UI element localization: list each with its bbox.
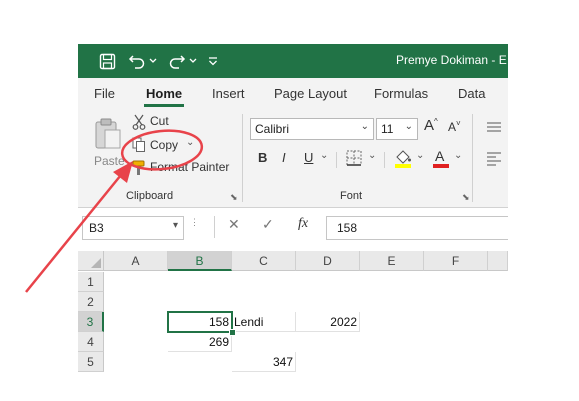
column-header-a[interactable]: A bbox=[104, 251, 168, 271]
font-color-dropdown-icon[interactable]: ⌄ bbox=[454, 150, 462, 161]
select-all-button[interactable] bbox=[78, 251, 104, 271]
cell-c5[interactable]: 347 bbox=[232, 352, 296, 372]
fill-color-dropdown-icon[interactable]: ⌄ bbox=[416, 150, 424, 161]
formula-input[interactable]: 158 bbox=[326, 216, 508, 240]
row-header-5[interactable]: 5 bbox=[78, 352, 104, 372]
column-header-e[interactable]: E bbox=[360, 251, 424, 271]
cell-d3[interactable]: 2022 bbox=[296, 312, 360, 332]
fill-color-icon[interactable] bbox=[394, 148, 412, 168]
group-separator bbox=[472, 114, 473, 202]
redo-icon[interactable] bbox=[166, 44, 188, 78]
copy-label: Copy bbox=[150, 138, 179, 152]
clipboard-launcher-icon[interactable]: ⬊ bbox=[230, 192, 238, 203]
cell-c3[interactable]: Lendi bbox=[232, 312, 296, 332]
group-separator bbox=[384, 152, 385, 168]
column-header-c[interactable]: C bbox=[232, 251, 296, 271]
tab-page-layout[interactable]: Page Layout bbox=[274, 86, 347, 101]
tab-data[interactable]: Data bbox=[458, 86, 485, 101]
format-painter-label: Format Painter bbox=[150, 160, 230, 174]
select-all-icon bbox=[91, 258, 101, 268]
name-box[interactable]: B3 ▾ bbox=[82, 216, 184, 240]
font-size-value: 11 bbox=[381, 122, 394, 136]
document-title: Premye Dokiman - E bbox=[396, 53, 507, 67]
cell-b4[interactable]: 269 bbox=[168, 332, 232, 352]
column-header-d[interactable]: D bbox=[296, 251, 360, 271]
cut-label: Cut bbox=[150, 114, 169, 128]
paste-button[interactable]: Paste bbox=[90, 116, 126, 172]
excel-window: Premye Dokiman - E File Home Insert Page… bbox=[78, 44, 508, 377]
font-color-swatch bbox=[433, 164, 449, 168]
underline-dropdown-icon[interactable]: ⌄ bbox=[320, 150, 328, 161]
underline-button[interactable]: U bbox=[304, 150, 313, 165]
tab-home[interactable]: Home bbox=[146, 86, 182, 101]
top-align-icon[interactable] bbox=[486, 122, 502, 134]
worksheet-grid[interactable]: A B C D E F 1 2 3 4 5 158 Lendi 2022 269… bbox=[78, 251, 508, 377]
copy-button[interactable]: Copy bbox=[132, 136, 182, 154]
column-header-g[interactable] bbox=[488, 251, 508, 271]
name-box-value: B3 bbox=[89, 221, 104, 235]
clipboard-group-label: Clipboard bbox=[126, 190, 174, 202]
format-painter-button[interactable]: Format Painter bbox=[132, 160, 242, 176]
chevron-down-icon: ⌄ bbox=[404, 121, 413, 132]
tab-insert[interactable]: Insert bbox=[212, 86, 245, 101]
enter-icon[interactable]: ✓ bbox=[262, 216, 274, 233]
undo-dropdown-icon[interactable] bbox=[148, 44, 158, 78]
column-header-f[interactable]: F bbox=[424, 251, 488, 271]
row-header-4[interactable]: 4 bbox=[78, 332, 104, 352]
tab-file[interactable]: File bbox=[94, 86, 115, 101]
vertical-dots-icon[interactable]: ⋮ bbox=[190, 217, 199, 228]
font-name-dropdown[interactable]: Calibri ⌄ bbox=[250, 118, 374, 140]
insert-function-icon[interactable]: fx bbox=[298, 216, 308, 232]
ribbon-tabs: File Home Insert Page Layout Formulas Da… bbox=[78, 78, 508, 108]
active-tab-indicator bbox=[144, 104, 184, 107]
cut-button[interactable]: Cut bbox=[132, 114, 192, 130]
align-left-icon[interactable] bbox=[486, 152, 502, 166]
chevron-down-icon: ⌄ bbox=[360, 121, 369, 132]
paste-icon bbox=[95, 118, 121, 149]
group-separator bbox=[336, 152, 337, 168]
formula-bar-separator bbox=[214, 216, 215, 238]
formula-value: 158 bbox=[337, 221, 358, 235]
italic-button[interactable]: I bbox=[282, 150, 286, 165]
copy-dropdown-icon[interactable]: ⌄ bbox=[186, 137, 194, 148]
scissors-icon bbox=[132, 114, 146, 130]
tab-formulas[interactable]: Formulas bbox=[374, 86, 428, 101]
group-separator bbox=[242, 114, 243, 202]
paste-label: Paste bbox=[94, 154, 125, 168]
chevron-down-icon: ▾ bbox=[172, 220, 178, 231]
fill-handle[interactable] bbox=[229, 329, 236, 336]
title-bar: Premye Dokiman - E bbox=[78, 44, 508, 78]
undo-icon[interactable] bbox=[126, 44, 148, 78]
cancel-icon[interactable]: ✕ bbox=[228, 216, 240, 233]
font-size-dropdown[interactable]: 11 ⌄ bbox=[376, 118, 418, 140]
row-header-1[interactable]: 1 bbox=[78, 272, 104, 292]
row-header-3[interactable]: 3 bbox=[78, 312, 104, 332]
decrease-font-size-icon[interactable]: A˅ bbox=[448, 119, 461, 134]
font-name-value: Calibri bbox=[255, 122, 290, 136]
font-launcher-icon[interactable]: ⬊ bbox=[462, 192, 470, 203]
font-color-icon[interactable]: A bbox=[432, 148, 450, 168]
copy-icon bbox=[132, 137, 145, 152]
bold-button[interactable]: B bbox=[258, 150, 267, 165]
customize-toolbar-icon[interactable] bbox=[206, 44, 220, 78]
save-icon[interactable] bbox=[96, 44, 118, 78]
column-header-b[interactable]: B bbox=[168, 251, 232, 271]
selected-cell-outline bbox=[167, 311, 233, 333]
increase-font-size-icon[interactable]: A^ bbox=[424, 117, 438, 134]
row-header-2[interactable]: 2 bbox=[78, 292, 104, 312]
ribbon: Paste ⌄ Cut Copy ⌄ Format Painter Clip bbox=[78, 108, 508, 219]
redo-dropdown-icon[interactable] bbox=[188, 44, 198, 78]
formula-bar: B3 ▾ ⋮ ✕ ✓ fx 158 bbox=[78, 212, 508, 243]
format-painter-icon bbox=[132, 160, 145, 175]
borders-icon[interactable] bbox=[346, 150, 362, 166]
font-group-label: Font bbox=[340, 190, 363, 202]
borders-dropdown-icon[interactable]: ⌄ bbox=[368, 150, 376, 161]
